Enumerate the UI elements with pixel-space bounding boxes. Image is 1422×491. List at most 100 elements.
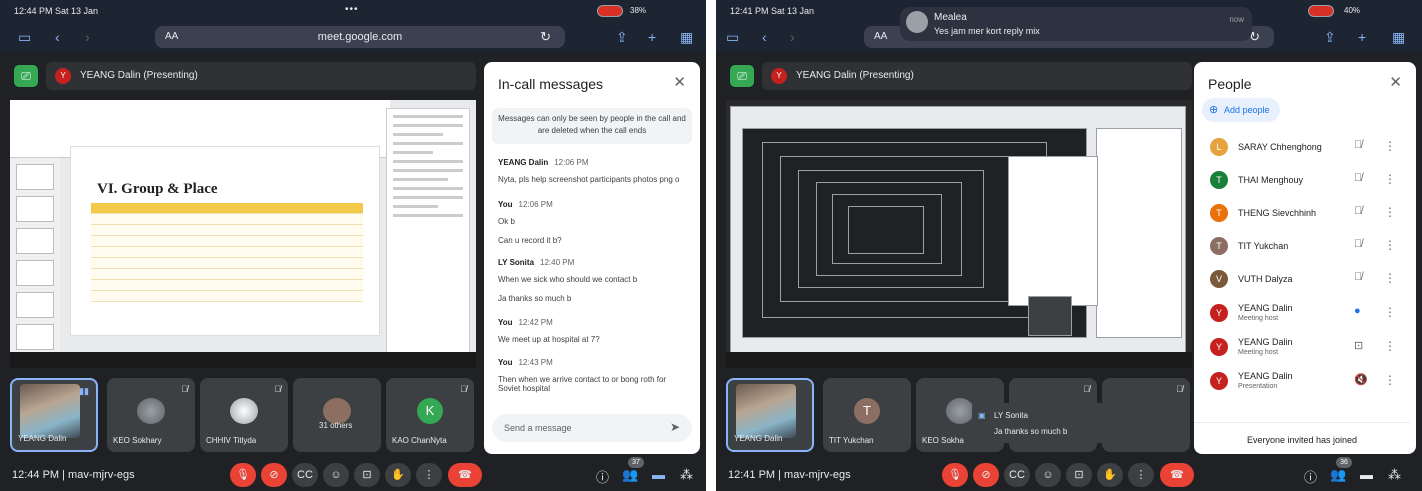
close-icon[interactable]: ✕ xyxy=(673,73,686,91)
new-tab-icon[interactable]: + xyxy=(648,29,656,45)
new-tab-icon[interactable]: + xyxy=(1358,29,1366,45)
captions-button[interactable]: CC xyxy=(1004,463,1030,487)
mic-toggle-button[interactable]: 🎙 xyxy=(230,463,256,487)
mic-off-icon: 🎙̸ xyxy=(1354,238,1363,250)
forward-icon[interactable]: › xyxy=(790,29,795,45)
participant-name: YEANG Dalin xyxy=(18,434,67,443)
more-options-button[interactable]: ⋮ xyxy=(416,463,442,487)
send-icon[interactable]: ➤ xyxy=(670,420,680,434)
add-people-label: Add people xyxy=(1224,105,1270,115)
more-vert-icon[interactable]: ⋮ xyxy=(1384,238,1396,252)
shared-chat-preview xyxy=(386,108,470,358)
person-role: Presentation xyxy=(1238,383,1278,390)
multitask-dots[interactable]: ••• xyxy=(345,4,359,15)
emoji-button[interactable]: ☺ xyxy=(1035,463,1061,487)
left-ipad-screen: 12:44 PM Sat 13 Jan ••• 38% ▭ ‹ › AA mee… xyxy=(0,0,706,491)
mic-toggle-button[interactable]: 🎙 xyxy=(942,463,968,487)
people-icon[interactable]: 👥 xyxy=(1330,467,1346,483)
more-vert-icon[interactable]: ⋮ xyxy=(1384,172,1396,186)
back-icon[interactable]: ‹ xyxy=(762,29,767,45)
presenting-bar[interactable]: Y YEANG Dalin (Presenting) xyxy=(46,62,476,90)
leave-call-button[interactable]: ☎ xyxy=(448,463,482,487)
people-list-item[interactable]: T TIT Yukchan 🎙̸ ⋮ xyxy=(1202,231,1402,263)
chat-toast[interactable]: ▣ LY Sonita Ja thanks so much b xyxy=(972,403,1112,443)
chat-icon[interactable]: ▬ xyxy=(652,467,665,482)
more-vert-icon[interactable]: ⋮ xyxy=(1384,139,1396,153)
more-vert-icon[interactable]: ⋮ xyxy=(1384,305,1396,319)
message-text: Can u record it b? xyxy=(498,236,562,245)
people-list-item[interactable]: Y YEANG Dalin Meeting host ● ⋮ xyxy=(1202,298,1402,330)
person-role: Meeting host xyxy=(1238,349,1279,356)
message-input[interactable]: Send a message ➤ xyxy=(492,414,692,442)
participant-tile[interactable]: K 🎙̸ KAO ChanNyta xyxy=(386,378,474,452)
person-avatar: V xyxy=(1210,270,1228,288)
participant-tile[interactable]: 🎙̸ xyxy=(1102,378,1190,452)
more-vert-icon[interactable]: ⋮ xyxy=(1384,339,1396,353)
meet-logo-icon: ⎚ xyxy=(14,65,38,87)
leave-call-button[interactable]: ☎ xyxy=(1160,463,1194,487)
share-icon[interactable]: ⇪ xyxy=(1324,29,1336,46)
reader-aa-button[interactable]: AA xyxy=(874,31,887,42)
person-avatar: T xyxy=(1210,237,1228,255)
emoji-button[interactable]: ☺ xyxy=(323,463,349,487)
reload-icon[interactable]: ↻ xyxy=(540,29,551,45)
participant-tile[interactable]: T TIT Yukchan xyxy=(823,378,911,452)
message-notification[interactable]: Mealea Yes jam mer kort reply mix now xyxy=(900,7,1252,41)
people-icon[interactable]: 👥 xyxy=(622,467,638,483)
everyone-joined-note: Everyone invited has joined xyxy=(1194,422,1410,445)
present-button[interactable]: ⊡ xyxy=(354,463,380,487)
mic-off-icon: 🎙̸ xyxy=(1354,139,1363,151)
present-button[interactable]: ⊡ xyxy=(1066,463,1092,487)
share-icon[interactable]: ⇪ xyxy=(616,29,628,46)
people-list-item[interactable]: Y YEANG Dalin Presentation 🔇 ⋮ xyxy=(1202,366,1402,398)
add-people-button[interactable]: ⊕ Add people xyxy=(1202,98,1280,122)
message-text: Ok b xyxy=(498,217,515,226)
participant-tile[interactable]: YEANG Dalin xyxy=(726,378,814,452)
participant-tile[interactable]: ▮▮ YEANG Dalin xyxy=(10,378,98,452)
sidebar-icon[interactable]: ▭ xyxy=(726,29,739,46)
activities-icon[interactable]: ⁂ xyxy=(1388,467,1401,483)
people-list-item[interactable]: T THAI Menghouy 🎙̸ ⋮ xyxy=(1202,165,1402,197)
raise-hand-button[interactable]: ✋ xyxy=(385,463,411,487)
back-icon[interactable]: ‹ xyxy=(55,29,60,45)
person-avatar: T xyxy=(1210,204,1228,222)
info-icon[interactable]: ⓘ xyxy=(1304,467,1317,486)
presenting-bar[interactable]: Y YEANG Dalin (Presenting) xyxy=(762,62,1192,90)
mic-off-icon: 🎙̸ xyxy=(1354,271,1363,283)
person-avatar: L xyxy=(1210,138,1228,156)
message-time: 12:43 PM xyxy=(518,358,553,367)
more-vert-icon[interactable]: ⋮ xyxy=(1384,205,1396,219)
message-sender: You xyxy=(498,358,513,367)
activities-icon[interactable]: ⁂ xyxy=(680,467,693,483)
chat-icon[interactable]: ▬ xyxy=(1360,467,1373,482)
more-vert-icon[interactable]: ⋮ xyxy=(1384,271,1396,285)
volume-off-icon: 🔇 xyxy=(1354,374,1368,386)
raise-hand-button[interactable]: ✋ xyxy=(1097,463,1123,487)
camera-toggle-button[interactable]: ⊘ xyxy=(973,463,999,487)
people-list-item[interactable]: T THENG Sievchhinh 🎙̸ ⋮ xyxy=(1202,198,1402,230)
more-options-button[interactable]: ⋮ xyxy=(1128,463,1154,487)
camera-toggle-button[interactable]: ⊘ xyxy=(261,463,287,487)
meeting-code: 12:44 PM | mav-mjrv-egs xyxy=(12,469,135,481)
others-tile[interactable]: 31 others xyxy=(293,378,381,452)
toast-text: Ja thanks so much b xyxy=(994,427,1068,436)
participant-tile[interactable]: 🎙̸ CHHIV Titlyda xyxy=(200,378,288,452)
person-role: Meeting host xyxy=(1238,315,1279,322)
people-list-item[interactable]: V VUTH Dalyza 🎙̸ ⋮ xyxy=(1202,264,1402,296)
captions-button[interactable]: CC xyxy=(292,463,318,487)
presenter-avatar: Y xyxy=(771,68,787,84)
participant-tile[interactable]: 🎙̸ KEO Sokhary xyxy=(107,378,195,452)
info-icon[interactable]: ⓘ xyxy=(596,467,609,486)
participant-name: TIT Yukchan xyxy=(829,436,874,445)
sidebar-icon[interactable]: ▭ xyxy=(18,29,31,46)
people-list-item[interactable]: L SARAY Chhenghong 🎙̸ ⋮ xyxy=(1202,132,1402,164)
person-name: YEANG Dalin xyxy=(1238,303,1293,313)
people-list-item[interactable]: Y YEANG Dalin Meeting host ⊡ ⋮ xyxy=(1202,332,1402,364)
close-icon[interactable]: ✕ xyxy=(1389,73,1402,91)
tabs-grid-icon[interactable]: ▦ xyxy=(680,29,693,46)
more-vert-icon[interactable]: ⋮ xyxy=(1384,373,1396,387)
forward-icon[interactable]: › xyxy=(85,29,90,45)
tabs-grid-icon[interactable]: ▦ xyxy=(1392,29,1405,46)
address-bar[interactable]: AA meet.google.com ↻ xyxy=(155,26,565,48)
presentation-screen: VI. Group & Place xyxy=(10,100,476,368)
